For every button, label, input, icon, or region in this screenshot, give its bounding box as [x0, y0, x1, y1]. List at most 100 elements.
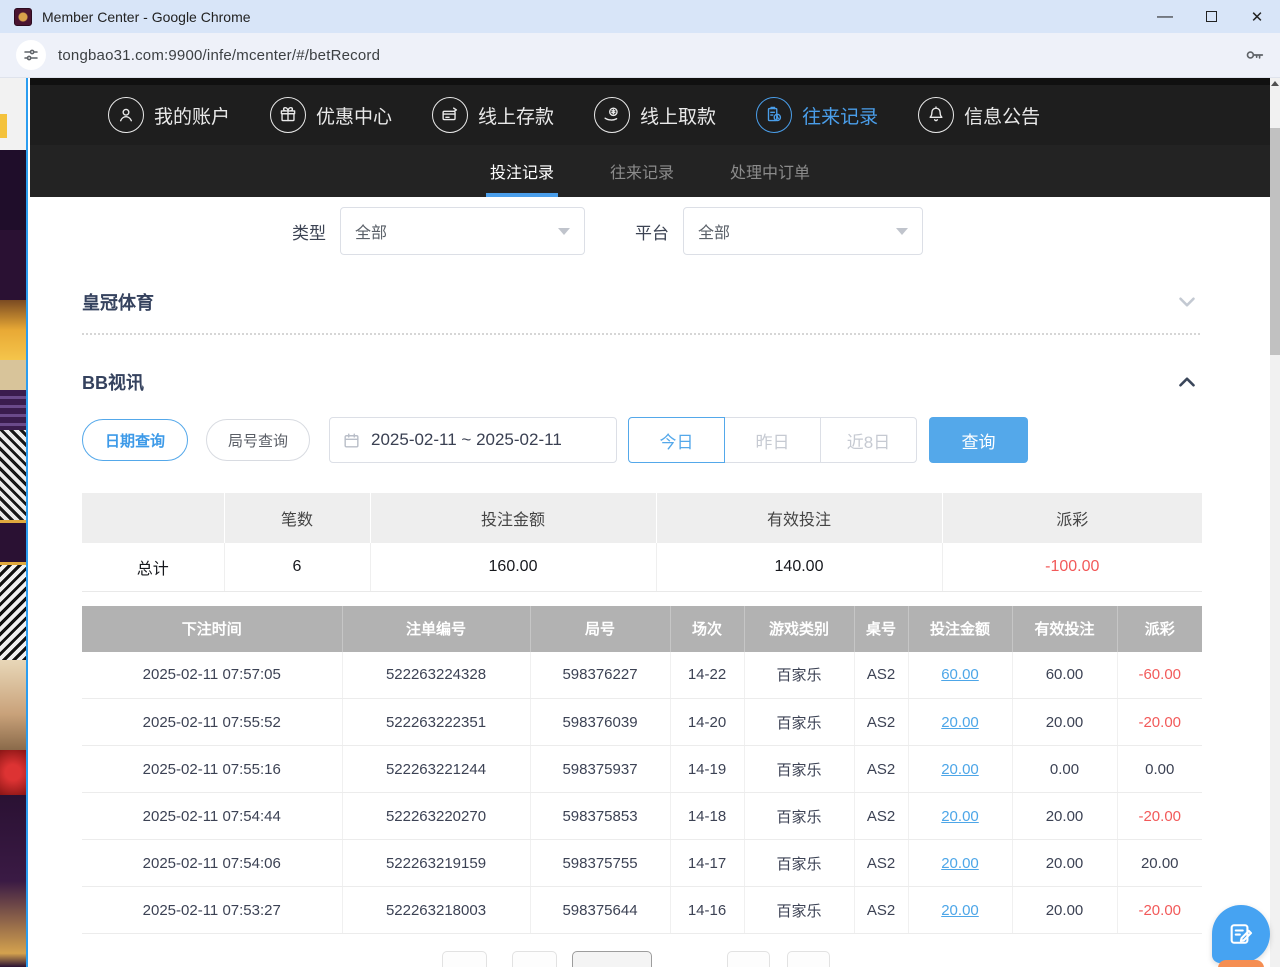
- today-button[interactable]: 今日: [628, 417, 725, 463]
- col-bet-time: 下注时间: [82, 606, 342, 652]
- cell-payout: -20.00: [1117, 699, 1202, 746]
- site-info-icon[interactable]: [16, 40, 46, 70]
- section-bb-video[interactable]: BB视讯: [82, 365, 1200, 399]
- cell-order-no: 522263219159: [342, 840, 530, 887]
- scroll-up-arrow-icon[interactable]: [1271, 81, 1279, 86]
- cell-bet-time: 2025-02-11 07:55:16: [82, 746, 342, 793]
- cell-order-no: 522263220270: [342, 793, 530, 840]
- round-query-button[interactable]: 局号查询: [206, 419, 310, 461]
- nav-item-withdraw[interactable]: 线上取款: [594, 97, 716, 133]
- records-icon: [756, 97, 792, 133]
- query-toolbar: 日期查询 局号查询 2025-02-11 ~ 2025-02-11 今日 昨日 …: [82, 417, 1200, 463]
- date-range-input[interactable]: 2025-02-11 ~ 2025-02-11: [329, 417, 617, 463]
- cell-order-no: 522263221244: [342, 746, 530, 793]
- table-row: 2025-02-11 07:55:16 522263221244 5983759…: [82, 746, 1202, 793]
- chevron-down-icon: [558, 228, 570, 235]
- password-key-icon[interactable]: [1244, 44, 1266, 66]
- secondary-fab[interactable]: [1218, 960, 1264, 967]
- pagination-button[interactable]: [512, 951, 557, 967]
- cell-table-no: AS2: [854, 652, 908, 699]
- deposit-icon: [432, 97, 468, 133]
- section-divider: [82, 333, 1200, 335]
- platform-select[interactable]: 全部: [683, 207, 923, 255]
- url-text[interactable]: tongbao31.com:9900/infe/mcenter/#/betRec…: [58, 47, 380, 64]
- chevron-down-icon: [896, 228, 908, 235]
- browser-urlbar: tongbao31.com:9900/infe/mcenter/#/betRec…: [0, 33, 1280, 78]
- bet-amount-link[interactable]: 20.00: [941, 761, 979, 778]
- cell-game-type: 百家乐: [744, 793, 854, 840]
- section-title: BB视讯: [82, 369, 144, 395]
- scrollbar-thumb[interactable]: [1270, 128, 1280, 355]
- gift-icon: [270, 97, 306, 133]
- user-icon: [108, 97, 144, 133]
- summary-total-label: 总计: [82, 543, 224, 591]
- nav-item-deposit[interactable]: 线上存款: [432, 97, 554, 133]
- cell-game-type: 百家乐: [744, 746, 854, 793]
- tab-bet-record[interactable]: 投注记录: [486, 145, 558, 197]
- page-scrollbar[interactable]: [1270, 78, 1280, 967]
- cell-round-no: 598375644: [530, 887, 670, 934]
- nav-item-announcements[interactable]: 信息公告: [918, 97, 1040, 133]
- cell-session: 14-16: [670, 887, 744, 934]
- member-center-panel: 我的账户 优惠中心 线上存款: [30, 78, 1270, 967]
- pagination-button-current[interactable]: [572, 951, 652, 967]
- search-button[interactable]: 查询: [929, 417, 1028, 463]
- nav-item-records[interactable]: 往来记录: [756, 97, 878, 133]
- cell-session: 14-20: [670, 699, 744, 746]
- summary-table: 笔数 投注金额 有效投注 派彩 总计 6 160.00 140.00 -100.…: [82, 493, 1202, 592]
- cell-bet-time: 2025-02-11 07:54:06: [82, 840, 342, 887]
- bet-records-table: 下注时间 注单编号 局号 场次 游戏类别 桌号 投注金额 有效投注 派彩 2: [82, 606, 1202, 935]
- chevron-down-icon[interactable]: [1174, 289, 1200, 315]
- tab-transaction-record[interactable]: 往来记录: [606, 145, 678, 197]
- pagination-button[interactable]: [727, 951, 770, 967]
- bet-amount-link[interactable]: 20.00: [941, 808, 979, 825]
- cell-round-no: 598376039: [530, 699, 670, 746]
- yesterday-button[interactable]: 昨日: [724, 417, 821, 463]
- last-8-days-button[interactable]: 近8日: [820, 417, 917, 463]
- calendar-icon: [342, 431, 361, 450]
- cell-valid-bet: 20.00: [1012, 840, 1117, 887]
- cell-table-no: AS2: [854, 699, 908, 746]
- col-round-no: 局号: [530, 606, 670, 652]
- minimize-button[interactable]: —: [1142, 0, 1188, 33]
- bet-amount-link[interactable]: 20.00: [941, 855, 979, 872]
- nav-item-my-account[interactable]: 我的账户: [108, 97, 230, 133]
- bell-icon: [918, 97, 954, 133]
- nav-item-promotions[interactable]: 优惠中心: [270, 97, 392, 133]
- summary-header-cell: [82, 493, 224, 543]
- cell-payout: -20.00: [1117, 887, 1202, 934]
- cell-table-no: AS2: [854, 793, 908, 840]
- page-top-gap: [30, 78, 1270, 85]
- chevron-up-icon[interactable]: [1174, 369, 1200, 395]
- bet-amount-link[interactable]: 60.00: [941, 666, 979, 683]
- cell-payout: 20.00: [1117, 840, 1202, 887]
- maximize-button[interactable]: [1188, 0, 1234, 33]
- bet-amount-link[interactable]: 20.00: [941, 714, 979, 731]
- cell-order-no: 522263222351: [342, 699, 530, 746]
- section-crown-sports[interactable]: 皇冠体育: [82, 285, 1200, 319]
- summary-header-cell: 笔数: [224, 493, 370, 543]
- platform-filter-label: 平台: [635, 219, 669, 244]
- pagination-button[interactable]: [787, 951, 830, 967]
- cell-round-no: 598375853: [530, 793, 670, 840]
- type-filter-label: 类型: [292, 219, 326, 244]
- bet-amount-link[interactable]: 20.00: [941, 902, 979, 919]
- feedback-edit-fab[interactable]: [1212, 905, 1270, 963]
- cell-session: 14-17: [670, 840, 744, 887]
- close-button[interactable]: ✕: [1234, 0, 1280, 33]
- date-range-value: 2025-02-11 ~ 2025-02-11: [371, 430, 562, 450]
- tab-pending-orders[interactable]: 处理中订单: [726, 145, 814, 197]
- cell-valid-bet: 20.00: [1012, 699, 1117, 746]
- date-query-button[interactable]: 日期查询: [82, 419, 188, 461]
- type-select[interactable]: 全部: [340, 207, 585, 255]
- col-table-no: 桌号: [854, 606, 908, 652]
- cell-round-no: 598376227: [530, 652, 670, 699]
- cell-payout: 0.00: [1117, 746, 1202, 793]
- summary-count: 6: [224, 543, 370, 591]
- summary-total-row: 总计 6 160.00 140.00 -100.00: [82, 543, 1202, 591]
- col-game-type: 游戏类别: [744, 606, 854, 652]
- background-site-strip: [0, 78, 28, 967]
- col-session: 场次: [670, 606, 744, 652]
- pagination-button[interactable]: [442, 951, 487, 967]
- page: 我的账户 优惠中心 线上存款: [0, 78, 1280, 967]
